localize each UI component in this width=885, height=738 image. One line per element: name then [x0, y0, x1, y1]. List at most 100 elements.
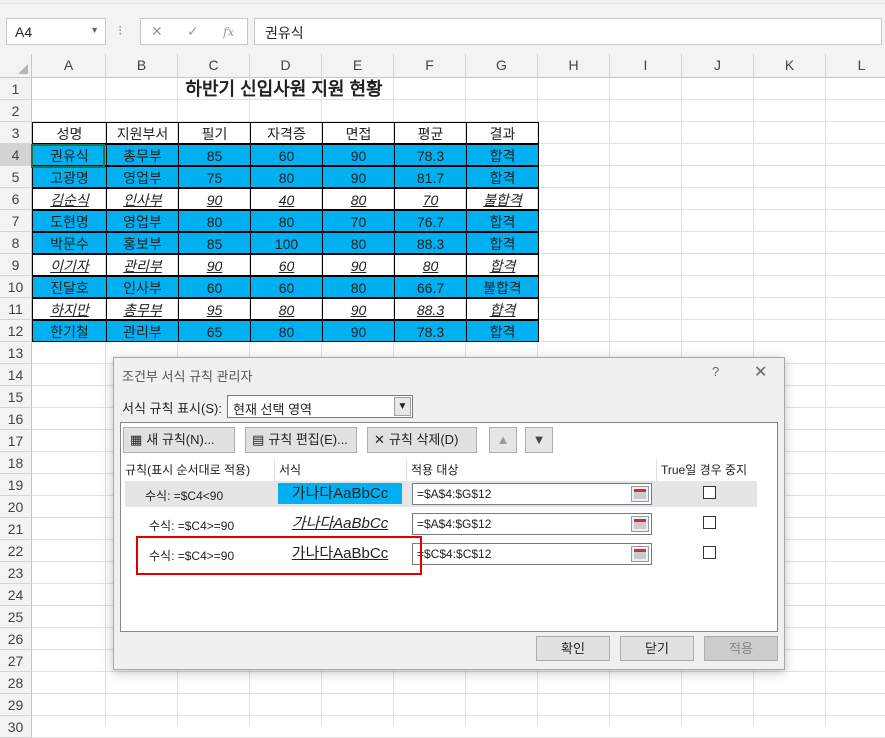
cell[interactable]: 81.7 — [394, 166, 467, 188]
row-header[interactable]: 15 — [0, 386, 32, 408]
row-header[interactable]: 12 — [0, 320, 32, 342]
row-header[interactable]: 11 — [0, 298, 32, 320]
cell[interactable]: 하지만 — [32, 298, 107, 320]
row-header[interactable]: 5 — [0, 166, 32, 188]
column-header[interactable]: A — [32, 54, 106, 78]
cell[interactable]: 88.3 — [394, 232, 467, 254]
row-header[interactable]: 20 — [0, 496, 32, 518]
cell[interactable]: 65 — [178, 320, 251, 342]
row-header[interactable]: 23 — [0, 562, 32, 584]
applies-to-input[interactable]: =$A$4:$G$12 — [412, 483, 652, 505]
cell[interactable]: 60 — [250, 276, 323, 298]
cell[interactable]: 영업부 — [106, 166, 179, 188]
cell[interactable]: 80 — [394, 254, 467, 276]
column-header[interactable]: G — [466, 54, 538, 78]
cancel-icon[interactable]: ✕ — [151, 23, 163, 40]
delete-rule-button[interactable]: ✕ 규칙 삭제(D) — [367, 427, 477, 453]
select-all-button[interactable] — [0, 54, 32, 78]
cell[interactable]: 관리부 — [106, 254, 179, 276]
cell[interactable]: 영업부 — [106, 210, 179, 232]
cell[interactable]: 78.3 — [394, 144, 467, 166]
show-rules-select[interactable]: 현재 선택 영역 ▼ — [227, 395, 413, 418]
cell[interactable]: 권유식 — [32, 144, 107, 166]
cell[interactable]: 80 — [250, 298, 323, 320]
row-header[interactable]: 28 — [0, 672, 32, 694]
cell[interactable]: 이기자 — [32, 254, 107, 276]
cell[interactable]: 90 — [322, 166, 395, 188]
cell[interactable]: 70 — [322, 210, 395, 232]
cell[interactable]: 인사부 — [106, 276, 179, 298]
cell[interactable]: 80 — [322, 276, 395, 298]
row-header[interactable]: 30 — [0, 716, 32, 738]
close-button[interactable]: 닫기 — [620, 636, 694, 661]
cell[interactable]: 합격 — [466, 144, 539, 166]
chevron-down-icon[interactable]: ▼ — [394, 397, 411, 416]
cell[interactable]: 70 — [394, 188, 467, 210]
column-header[interactable]: I — [610, 54, 682, 78]
cell[interactable]: 관리부 — [106, 320, 179, 342]
cell[interactable]: 합격 — [466, 166, 539, 188]
cell[interactable]: 95 — [178, 298, 251, 320]
cell[interactable]: 66.7 — [394, 276, 467, 298]
cell[interactable]: 90 — [178, 254, 251, 276]
row-header[interactable]: 9 — [0, 254, 32, 276]
column-header[interactable]: H — [538, 54, 610, 78]
cell[interactable]: 85 — [178, 232, 251, 254]
row-header[interactable]: 18 — [0, 452, 32, 474]
row-header[interactable]: 3 — [0, 122, 32, 144]
cell[interactable]: 60 — [178, 276, 251, 298]
row-header[interactable]: 25 — [0, 606, 32, 628]
rule-row[interactable]: 수식: =$C4<90 가나다AaBbCc =$A$4:$G$12 — [125, 481, 757, 507]
cell[interactable]: 75 — [178, 166, 251, 188]
cell[interactable]: 90 — [322, 298, 395, 320]
cell[interactable]: 자격증 — [250, 122, 323, 144]
cell[interactable]: 진달호 — [32, 276, 107, 298]
cell[interactable]: 90 — [322, 254, 395, 276]
column-header[interactable]: D — [250, 54, 322, 78]
new-rule-button[interactable]: ▦ 새 규칙(N)... — [123, 427, 235, 453]
cell[interactable]: 고광명 — [32, 166, 107, 188]
cell[interactable]: 100 — [250, 232, 323, 254]
cell[interactable]: 합격 — [466, 320, 539, 342]
row-header[interactable]: 29 — [0, 694, 32, 716]
cell[interactable]: 필기 — [178, 122, 251, 144]
insert-function-icon[interactable]: fx — [223, 25, 234, 39]
help-icon[interactable]: ? — [712, 364, 719, 379]
cell[interactable]: 40 — [250, 188, 323, 210]
stop-if-true-checkbox[interactable] — [703, 486, 716, 499]
row-header[interactable]: 1 — [0, 78, 32, 100]
row-header[interactable]: 8 — [0, 232, 32, 254]
cell[interactable]: 불합격 — [466, 276, 539, 298]
row-header[interactable]: 17 — [0, 430, 32, 452]
row-header[interactable]: 7 — [0, 210, 32, 232]
cell[interactable]: 홍보부 — [106, 232, 179, 254]
cell[interactable]: 78.3 — [394, 320, 467, 342]
applies-to-input[interactable]: =$A$4:$G$12 — [412, 513, 652, 535]
row-header[interactable]: 4 — [0, 144, 32, 166]
cell[interactable]: 면접 — [322, 122, 395, 144]
cell[interactable]: 60 — [250, 254, 323, 276]
apply-button[interactable]: 적용 — [704, 636, 778, 661]
cell[interactable]: 76.7 — [394, 210, 467, 232]
cell[interactable]: 88.3 — [394, 298, 467, 320]
column-header[interactable]: E — [322, 54, 394, 78]
stop-if-true-checkbox[interactable] — [703, 516, 716, 529]
cell[interactable]: 지원부서 — [106, 122, 179, 144]
column-header[interactable]: L — [826, 54, 885, 78]
cell[interactable]: 총무부 — [106, 298, 179, 320]
cell[interactable]: 90 — [322, 320, 395, 342]
cell[interactable]: 60 — [250, 144, 323, 166]
cell[interactable]: 90 — [322, 144, 395, 166]
range-picker-icon[interactable] — [631, 516, 649, 532]
cell[interactable]: 80 — [250, 166, 323, 188]
row-header[interactable]: 21 — [0, 518, 32, 540]
cell[interactable]: 80 — [250, 210, 323, 232]
cell[interactable]: 80 — [178, 210, 251, 232]
cell[interactable]: 80 — [250, 320, 323, 342]
column-header[interactable]: K — [754, 54, 826, 78]
edit-rule-button[interactable]: ▤ 규칙 편집(E)... — [245, 427, 357, 453]
cell[interactable]: 인사부 — [106, 188, 179, 210]
stop-if-true-checkbox[interactable] — [703, 546, 716, 559]
cell[interactable]: 도현명 — [32, 210, 107, 232]
cell[interactable]: 총무부 — [106, 144, 179, 166]
